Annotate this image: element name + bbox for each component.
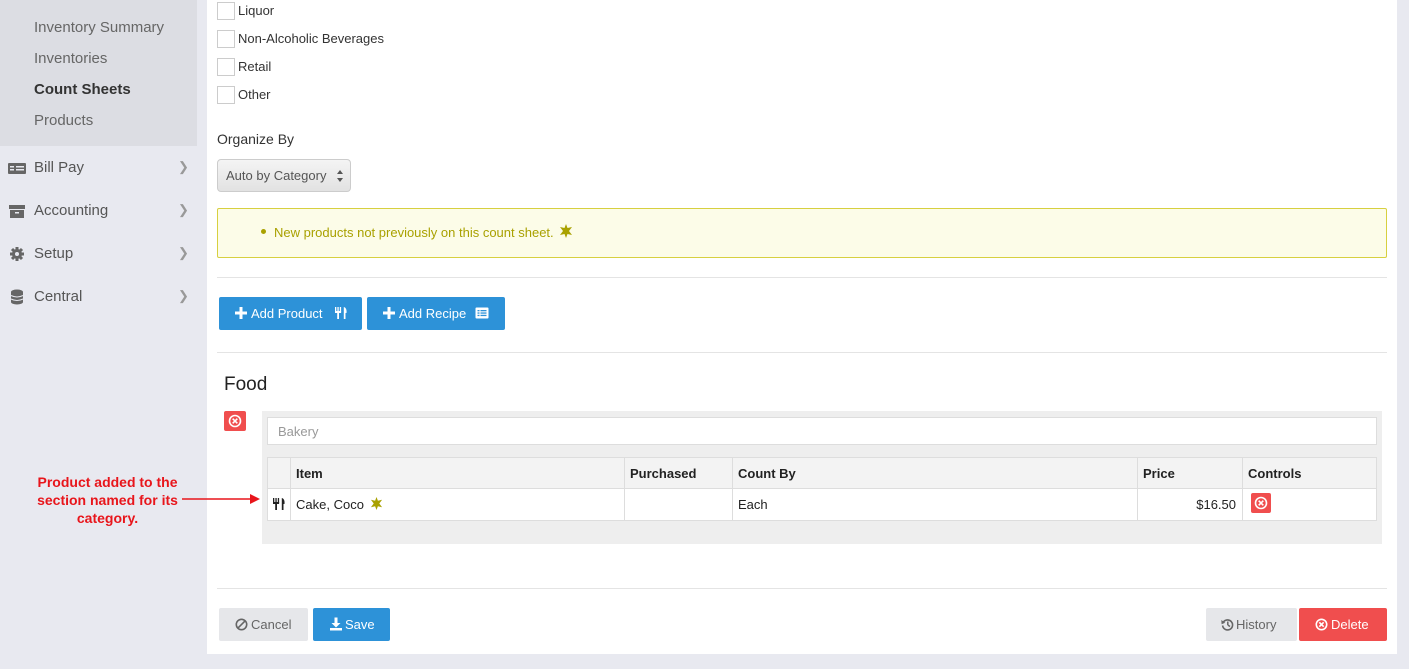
- count-sheet-form: Liquor Non-Alcoholic Beverages Retail Ot…: [207, 0, 1397, 654]
- download-icon: [330, 617, 342, 631]
- cancel-label: Cancel: [251, 617, 292, 632]
- divider: [217, 588, 1387, 589]
- nav-item-setup[interactable]: Setup ❯: [0, 240, 197, 270]
- new-products-legend: New products not previously on this coun…: [217, 208, 1387, 258]
- category-label: Liquor: [238, 3, 275, 18]
- chevron-right-icon: ❯: [178, 159, 189, 174]
- table-header-purchased: Purchased: [625, 458, 733, 488]
- bullet: [261, 229, 266, 234]
- add-product-button[interactable]: Add Product: [219, 297, 362, 330]
- legend-text: New products not previously on this coun…: [274, 225, 554, 240]
- list-alt-icon: [475, 307, 489, 319]
- nav-item-bill-pay[interactable]: Bill Pay ❯: [0, 154, 197, 184]
- divider: [217, 277, 1387, 278]
- category-label: Non-Alcoholic Beverages: [238, 31, 384, 46]
- table-header-count-by: Count By: [733, 458, 1138, 488]
- category-checkbox[interactable]: [217, 2, 235, 20]
- remove-circle-icon: [1315, 618, 1328, 631]
- table-row-price: $16.50: [1138, 488, 1243, 521]
- organize-by-value: Auto by Category: [226, 168, 327, 183]
- delete-section-button[interactable]: [224, 411, 246, 431]
- plus-icon: [235, 307, 247, 319]
- nav-item-central[interactable]: Central ❯: [0, 283, 197, 313]
- remove-product-button[interactable]: [1251, 493, 1271, 513]
- nav-label-bill-pay: Bill Pay: [34, 159, 85, 176]
- table-header-price: Price: [1138, 458, 1243, 488]
- table-row-count-by: Each: [733, 488, 1138, 521]
- item-name: Cake, Coco: [296, 497, 364, 512]
- chevron-right-icon: ❯: [178, 202, 189, 217]
- subnav-item-inventories[interactable]: Inventories: [34, 50, 107, 67]
- annotation-callout: Product added to the section named for i…: [37, 474, 178, 526]
- new-badge-icon: [560, 224, 572, 238]
- table-header-controls: Controls: [1243, 458, 1376, 488]
- subnav-item-count-sheets[interactable]: Count Sheets: [34, 81, 131, 98]
- inventory-subnav: Inventory Summary Inventories Count Shee…: [0, 0, 197, 146]
- remove-circle-icon: [1254, 496, 1268, 510]
- category-label: Other: [238, 87, 271, 102]
- category-label: Retail: [238, 59, 272, 74]
- database-icon: [10, 289, 24, 305]
- utensils-icon: [335, 307, 347, 319]
- remove-circle-icon: [228, 414, 242, 428]
- annotation-arrow: [182, 494, 260, 504]
- plus-icon: [383, 307, 395, 319]
- add-recipe-label: Add Recipe: [399, 306, 467, 321]
- subnav-item-inventory-summary[interactable]: Inventory Summary: [34, 19, 164, 36]
- category-checkbox[interactable]: [217, 86, 235, 104]
- chevron-right-icon: ❯: [178, 288, 189, 303]
- table-row-icon-cell: [268, 488, 291, 521]
- category-checkbox[interactable]: [217, 30, 235, 48]
- delete-label: Delete: [1331, 617, 1369, 632]
- table-row-item: Cake, Coco: [291, 488, 625, 521]
- cancel-button[interactable]: Cancel: [219, 608, 308, 641]
- new-badge-icon: [370, 497, 382, 510]
- divider: [217, 352, 1387, 353]
- nav-item-accounting[interactable]: Accounting ❯: [0, 197, 197, 227]
- chevron-right-icon: ❯: [178, 245, 189, 260]
- organize-by-select[interactable]: Auto by Category: [217, 159, 351, 192]
- utensils-icon: [273, 498, 285, 510]
- history-icon: [1221, 619, 1234, 631]
- nav-label-accounting: Accounting: [34, 202, 109, 219]
- organize-by-label: Organize By: [217, 131, 295, 147]
- products-table: Item Purchased Count By Price Controls C…: [267, 457, 1377, 521]
- select-arrows-icon: [337, 170, 343, 182]
- section-title: Food: [224, 374, 268, 395]
- history-button[interactable]: History: [1206, 608, 1297, 641]
- bill-icon: [8, 163, 26, 174]
- group-name-input[interactable]: Bakery: [267, 417, 1377, 445]
- gear-icon: [10, 247, 24, 261]
- product-group: Bakery Item Purchased Count By Price Con…: [262, 411, 1382, 544]
- save-label: Save: [345, 617, 375, 632]
- subnav-item-products[interactable]: Products: [34, 112, 93, 129]
- nav-label-central: Central: [34, 288, 83, 305]
- ban-icon: [235, 618, 248, 631]
- delete-button[interactable]: Delete: [1299, 608, 1387, 641]
- history-label: History: [1236, 617, 1277, 632]
- category-checkbox[interactable]: [217, 58, 235, 76]
- add-recipe-button[interactable]: Add Recipe: [367, 297, 505, 330]
- add-product-label: Add Product: [251, 306, 323, 321]
- archive-icon: [9, 205, 25, 218]
- table-header-item: Item: [291, 458, 625, 488]
- table-row-purchased: [625, 488, 733, 521]
- save-button[interactable]: Save: [313, 608, 390, 641]
- table-header-icon: [268, 458, 291, 488]
- nav-label-setup: Setup: [34, 245, 74, 262]
- sidebar: Inventory Summary Inventories Count Shee…: [0, 0, 197, 669]
